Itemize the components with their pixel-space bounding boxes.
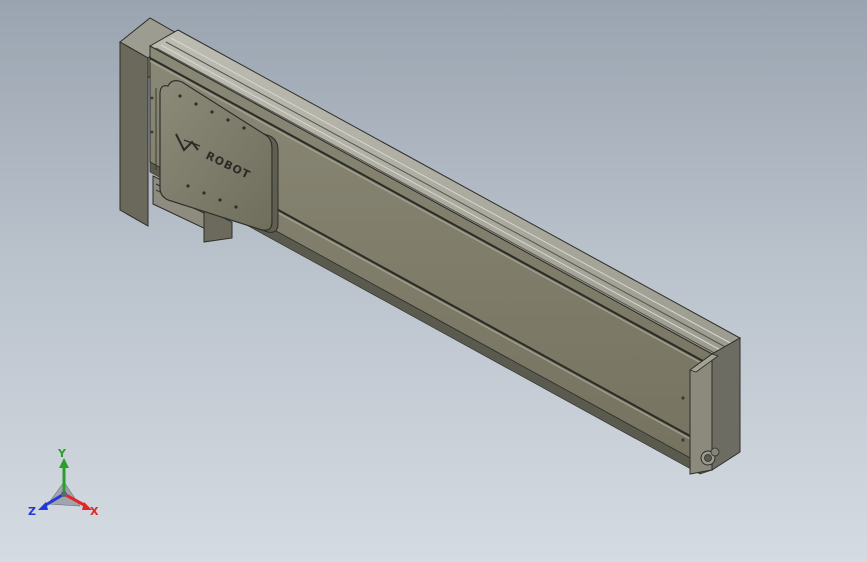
- x-axis-label: X: [90, 505, 99, 518]
- z-axis-label: Z: [28, 505, 36, 518]
- linear-actuator-model[interactable]: ROBOT: [0, 0, 867, 562]
- graphics-viewport[interactable]: ROBOT Y X Z: [0, 0, 867, 562]
- axis-triad[interactable]: Y X Z: [24, 448, 104, 528]
- beam-front-face: [149, 45, 713, 471]
- y-axis-label: Y: [58, 447, 66, 460]
